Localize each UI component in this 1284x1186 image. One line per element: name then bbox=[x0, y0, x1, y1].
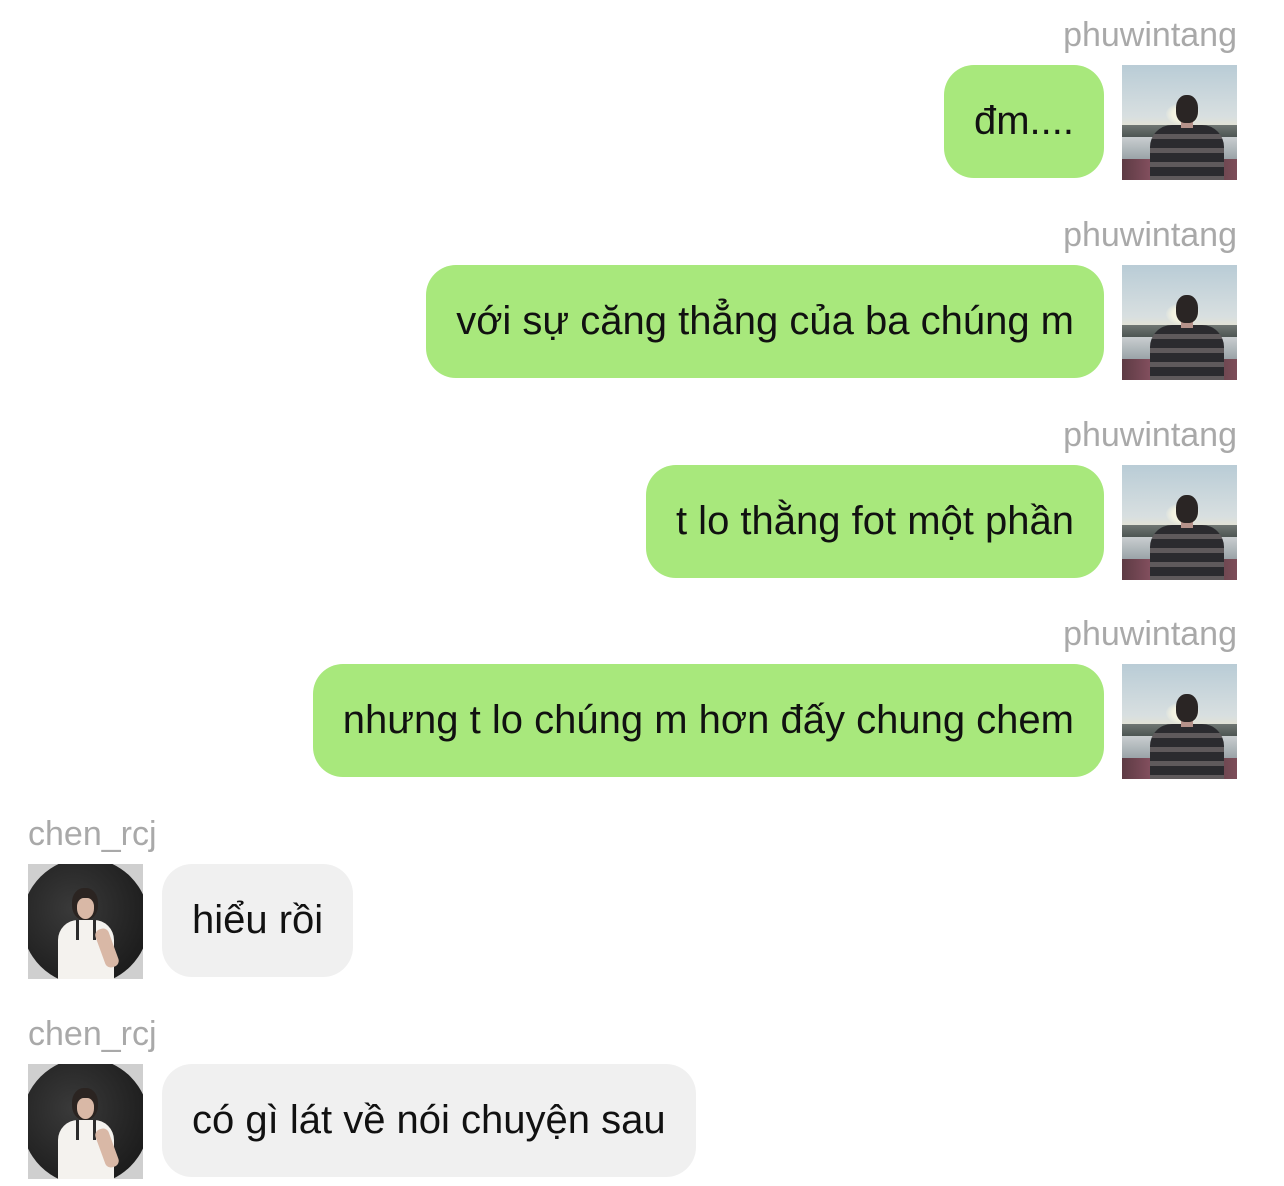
avatar[interactable] bbox=[28, 1064, 143, 1179]
message-bubble[interactable]: với sự căng thẳng của ba chúng m bbox=[426, 265, 1104, 378]
avatar[interactable] bbox=[1122, 265, 1237, 380]
sender-name: phuwintang bbox=[1063, 416, 1237, 454]
avatar[interactable] bbox=[1122, 65, 1237, 180]
avatar[interactable] bbox=[1122, 664, 1237, 779]
avatar[interactable] bbox=[28, 864, 143, 979]
message-bubble[interactable]: có gì lát về nói chuyện sau bbox=[162, 1064, 696, 1177]
sender-name: phuwintang bbox=[1063, 615, 1237, 653]
sender-name: phuwintang bbox=[1063, 16, 1237, 54]
message-bubble[interactable]: đm.... bbox=[943, 65, 1104, 178]
avatar[interactable] bbox=[1122, 465, 1237, 580]
message-bubble[interactable]: hiểu rồi bbox=[162, 864, 354, 977]
sender-name: chen_rcj bbox=[28, 1015, 157, 1053]
sender-name: chen_rcj bbox=[28, 815, 157, 853]
message-bubble[interactable]: nhưng t lo chúng m hơn đấy chung chem bbox=[312, 664, 1104, 777]
message-bubble[interactable]: t lo thằng fot một phần bbox=[645, 465, 1104, 578]
sender-name: phuwintang bbox=[1063, 216, 1237, 254]
